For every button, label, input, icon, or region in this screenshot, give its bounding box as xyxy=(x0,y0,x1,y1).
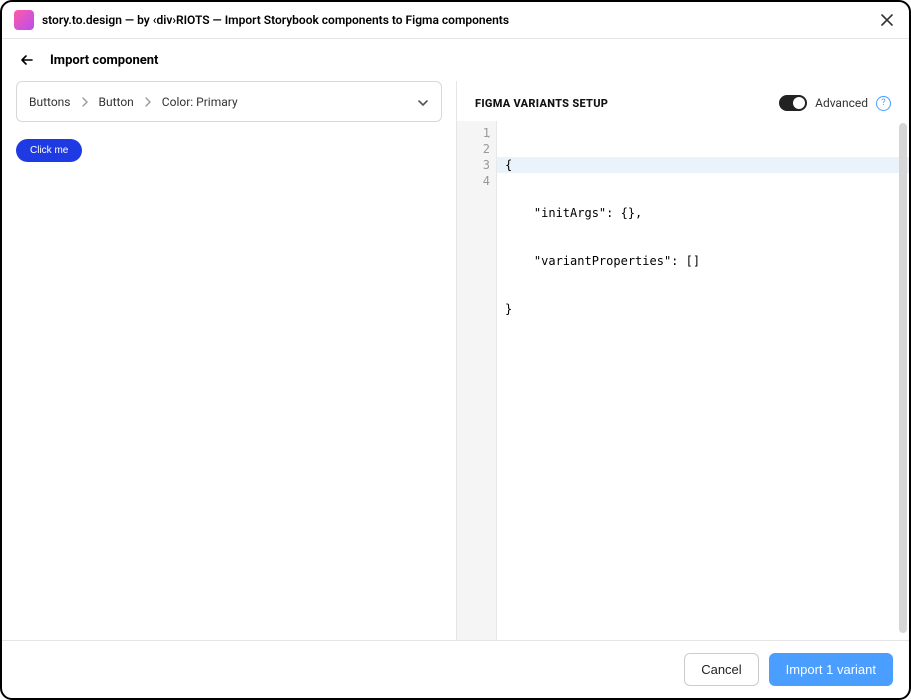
code-line: "initArgs": {}, xyxy=(505,205,901,221)
breadcrumb-selector[interactable]: Buttons Button Color: Primary xyxy=(16,81,442,122)
left-panel: Buttons Button Color: Primary Click me xyxy=(2,81,457,640)
toggle-knob xyxy=(793,97,805,109)
breadcrumb: Buttons Button Color: Primary xyxy=(29,95,238,109)
scrollbar[interactable] xyxy=(897,121,909,640)
scrollbar-thumb[interactable] xyxy=(899,123,907,633)
component-preview: Click me xyxy=(16,122,442,178)
code-editor[interactable]: 1⌄ 2 3 4 { "initArgs": {}, "variantPrope… xyxy=(457,121,909,640)
close-icon xyxy=(880,13,894,27)
page-title: Import component xyxy=(50,53,158,68)
right-header-controls: Advanced ? xyxy=(779,95,891,111)
gutter: 1⌄ 2 3 4 xyxy=(457,121,497,640)
code-line: } xyxy=(505,301,901,317)
breadcrumb-item: Buttons xyxy=(29,95,71,109)
app-icon xyxy=(14,10,34,30)
chevron-right-icon xyxy=(144,97,152,107)
titlebar: story.to.design — by ‹div›RIOTS — Import… xyxy=(2,2,909,39)
line-number: 2 xyxy=(457,141,490,157)
chevron-down-icon xyxy=(417,92,429,111)
main-area: Buttons Button Color: Primary Click me xyxy=(2,81,909,640)
breadcrumb-item: Button xyxy=(99,95,134,109)
arrow-left-icon xyxy=(19,52,35,68)
advanced-label: Advanced xyxy=(815,96,868,110)
chevron-right-icon xyxy=(81,97,89,107)
code-content[interactable]: { "initArgs": {}, "variantProperties": [… xyxy=(497,121,909,640)
plugin-modal: story.to.design — by ‹div›RIOTS — Import… xyxy=(0,0,911,700)
code-line: { xyxy=(497,157,909,173)
right-panel: FIGMA VARIANTS SETUP Advanced ? 1⌄ 2 3 xyxy=(457,81,909,640)
help-icon: ? xyxy=(881,98,885,108)
import-button[interactable]: Import 1 variant xyxy=(769,653,893,686)
footer: Cancel Import 1 variant xyxy=(2,640,909,698)
code-line: "variantProperties": [] xyxy=(505,253,901,269)
cancel-button[interactable]: Cancel xyxy=(684,653,758,686)
back-button[interactable] xyxy=(18,51,36,69)
close-button[interactable] xyxy=(877,10,897,30)
subheader: Import component xyxy=(2,39,909,81)
advanced-toggle[interactable] xyxy=(779,95,807,111)
line-number: 3 xyxy=(457,157,490,173)
line-number: 4 xyxy=(457,173,490,189)
help-button[interactable]: ? xyxy=(876,96,891,111)
line-number: 1⌄ xyxy=(457,125,490,141)
right-header: FIGMA VARIANTS SETUP Advanced ? xyxy=(457,81,909,121)
variants-setup-title: FIGMA VARIANTS SETUP xyxy=(475,97,608,110)
breadcrumb-item: Color: Primary xyxy=(162,95,238,109)
window-title: story.to.design — by ‹div›RIOTS — Import… xyxy=(42,13,869,27)
preview-button[interactable]: Click me xyxy=(16,139,82,162)
